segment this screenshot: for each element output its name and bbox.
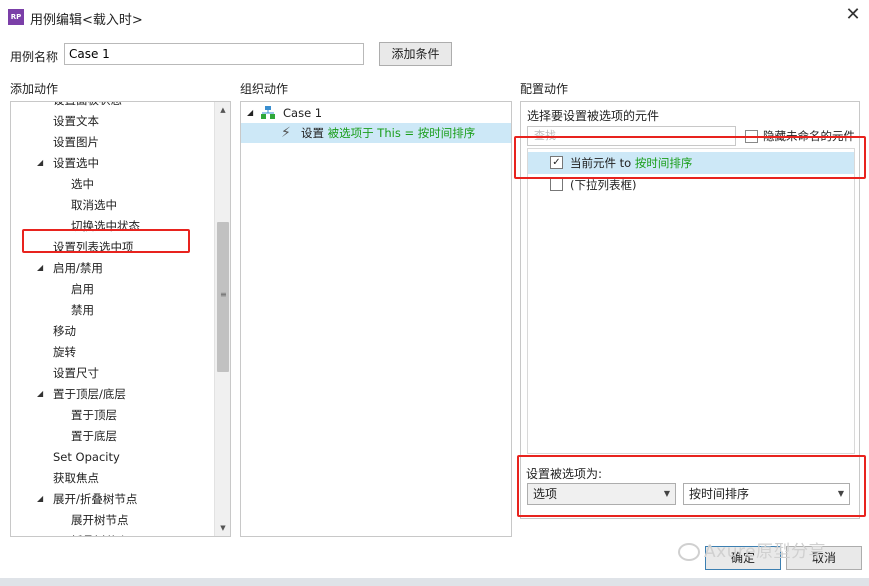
action-tree-scrollbar[interactable]: ▲ ≡ ▼	[214, 102, 230, 536]
case-name-input[interactable]	[64, 43, 364, 65]
action-tree-item[interactable]: 旋转	[53, 342, 76, 362]
action-tree-item[interactable]: 设置文本	[53, 111, 99, 131]
select-widget-title: 选择要设置被选项的元件	[527, 109, 660, 123]
chevron-down-icon: ▼	[663, 489, 670, 498]
action-prefix: 设置	[301, 126, 324, 140]
organize-action-heading: 组织动作	[240, 82, 289, 96]
action-tree-item[interactable]: 置于顶层/底层	[53, 384, 126, 404]
option-value-value: 按时间排序	[689, 487, 750, 501]
widget-value: 按时间排序	[634, 156, 693, 170]
title-bar: RP 用例编辑<载入时> ✕	[0, 0, 869, 34]
chevron-down-icon: ▼	[837, 489, 844, 498]
set-selected-as-label: 设置被选项为:	[526, 467, 603, 481]
action-detail: 被选项于 This = 按时间排序	[327, 126, 476, 140]
action-tree-item[interactable]: 设置选中	[53, 153, 99, 173]
hide-unnamed-checkbox[interactable]	[745, 130, 758, 143]
action-tree-item[interactable]: 移动	[53, 321, 76, 341]
action-tree-item[interactable]: 置于底层	[71, 426, 117, 446]
scroll-thumb[interactable]: ≡	[217, 222, 229, 372]
option-type-value: 选项	[533, 487, 558, 501]
scroll-down-arrow-icon[interactable]: ▼	[215, 520, 230, 536]
action-description: 设置 被选项于 This = 按时间排序	[301, 123, 475, 143]
action-tree-item[interactable]: 折叠树节点	[71, 531, 129, 536]
hide-unnamed-label: 隐藏未命名的元件	[763, 129, 855, 143]
case-label[interactable]: Case 1	[283, 104, 322, 122]
selected-action-row[interactable]: ⚡ 设置 被选项于 This = 按时间排序	[241, 123, 511, 143]
action-tree-item[interactable]: 启用	[71, 279, 94, 299]
action-tree-item[interactable]: 禁用	[71, 300, 94, 320]
widget-prefix: 当前元件 to	[570, 156, 632, 170]
action-tree-item[interactable]: 取消选中	[71, 195, 117, 215]
bottom-strip	[0, 578, 869, 586]
add-action-heading: 添加动作	[10, 82, 59, 96]
action-tree-item[interactable]: 启用/禁用	[53, 258, 103, 278]
watermark: Axure原型分享	[678, 537, 826, 562]
action-tree-item[interactable]: 设置面板状态	[53, 102, 122, 110]
widget-row-current[interactable]: ✓ 当前元件 to 按时间排序	[528, 152, 854, 174]
window-title: 用例编辑<载入时>	[30, 13, 143, 28]
widget-list: ✓ 当前元件 to 按时间排序 (下拉列表框)	[527, 148, 855, 454]
widget-checkbox-unchecked[interactable]	[550, 178, 563, 191]
widget-search-input[interactable]: 查找	[527, 126, 736, 146]
scroll-up-arrow-icon[interactable]: ▲	[215, 102, 230, 118]
watermark-text: Axure原型分享	[704, 542, 827, 562]
action-tree-item[interactable]: 获取焦点	[53, 468, 99, 488]
expand-triangle-icon[interactable]: ◢	[37, 153, 43, 173]
widget-row-text: 当前元件 to 按时间排序	[570, 152, 692, 174]
action-tree-item[interactable]: 展开/折叠树节点	[53, 489, 137, 509]
case-name-label: 用例名称	[10, 50, 59, 64]
expand-triangle-icon[interactable]: ◢	[37, 384, 43, 404]
action-tree-item[interactable]: 切换选中状态	[71, 216, 140, 236]
lightning-bolt-icon: ⚡	[281, 125, 291, 141]
case-flow-icon	[261, 106, 275, 119]
wechat-icon	[678, 543, 700, 561]
collapse-triangle-icon[interactable]: ◢	[247, 106, 253, 120]
configure-action-panel: 选择要设置被选项的元件 查找 隐藏未命名的元件 ✓ 当前元件 to 按时间排序 …	[520, 101, 860, 519]
close-icon[interactable]: ✕	[843, 5, 863, 25]
axure-app-icon: RP	[8, 9, 24, 25]
action-tree-item[interactable]: 置于顶层	[71, 405, 117, 425]
option-type-select[interactable]: 选项 ▼	[527, 483, 676, 505]
action-tree-item[interactable]: 设置列表选中项	[53, 237, 134, 257]
action-tree-item[interactable]: 展开树节点	[71, 510, 129, 530]
action-tree-item[interactable]: Set Opacity	[53, 447, 120, 467]
add-condition-button[interactable]: 添加条件	[379, 42, 452, 66]
option-value-select[interactable]: 按时间排序 ▼	[683, 483, 850, 505]
scroll-grip-icon: ≡	[220, 290, 227, 299]
organize-action-panel: ◢ Case 1 ⚡ 设置 被选项于 This = 按时间排序	[240, 101, 512, 537]
action-tree-item[interactable]: 设置尺寸	[53, 363, 99, 383]
expand-triangle-icon[interactable]: ◢	[37, 258, 43, 278]
action-tree-item[interactable]: 设置图片	[53, 132, 99, 152]
action-tree-panel: 设置面板状态设置文本设置图片设置选中◢选中取消选中切换选中状态设置列表选中项启用…	[10, 101, 231, 537]
configure-action-heading: 配置动作	[520, 82, 569, 96]
expand-triangle-icon[interactable]: ◢	[37, 489, 43, 509]
widget-row-text: (下拉列表框)	[570, 178, 637, 192]
widget-row-dropdown[interactable]: (下拉列表框)	[528, 174, 854, 196]
widget-checkbox-checked[interactable]: ✓	[550, 156, 563, 169]
action-tree-item[interactable]: 选中	[71, 174, 94, 194]
